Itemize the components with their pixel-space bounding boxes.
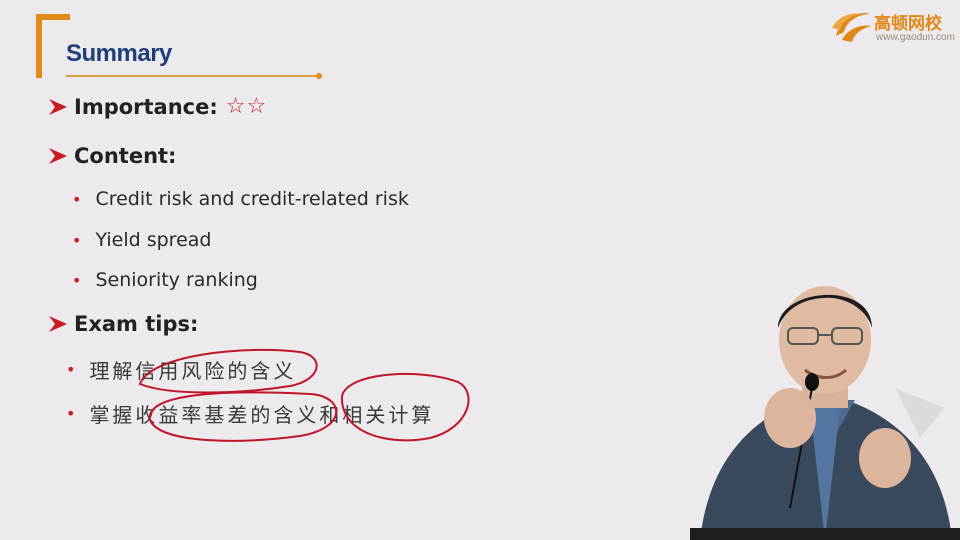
bullet-dot: • <box>66 404 76 423</box>
bullet-dot: • <box>72 230 82 250</box>
arrow-bullet-icon <box>49 98 67 115</box>
arrow-bullet-icon <box>49 316 67 332</box>
importance-label: Importance: <box>74 94 218 119</box>
bullet-dot: • <box>72 270 82 290</box>
title-bracket-decoration <box>36 14 70 78</box>
presenter-video <box>700 286 952 540</box>
logo-url: www.gaodun.com <box>876 32 955 43</box>
list-item: • Seniority ranking <box>72 269 258 291</box>
content-item-text: Credit risk and credit-related risk <box>95 188 409 210</box>
logo-mark-icon <box>832 12 872 42</box>
content-heading-row: Content: <box>48 144 176 168</box>
slide-title: Summary <box>66 40 172 67</box>
exam-tips-label: Exam tips: <box>74 312 199 336</box>
title-underline <box>66 75 320 77</box>
desk-edge <box>690 528 960 540</box>
exam-tip-text: 理解信用风险的含义 <box>89 359 297 383</box>
brand-logo: 高顿网校 www.gaodun.com <box>830 4 958 48</box>
title-underline-dot <box>316 73 322 79</box>
exam-tips-heading-row: Exam tips: <box>48 312 198 336</box>
content-item-text: Yield spread <box>95 229 212 251</box>
list-item: • Credit risk and credit-related risk <box>72 188 409 210</box>
logo-name: 高顿网校 <box>874 14 942 34</box>
list-item: • Yield spread <box>72 229 211 251</box>
list-item: • 掌握收益率基差的含义和相关计算 <box>66 399 434 428</box>
bullet-dot: • <box>66 360 76 379</box>
lecture-slide: Summary 高顿网校 www.gaodun.com Importance: … <box>0 0 960 540</box>
importance-row: Importance: ☆☆ <box>48 94 267 119</box>
list-item: • 理解信用风险的含义 <box>66 355 296 384</box>
bullet-dot: • <box>72 189 82 209</box>
arrow-bullet-icon <box>49 148 67 164</box>
exam-tip-text: 掌握收益率基差的含义和相关计算 <box>89 403 435 427</box>
content-label: Content: <box>74 144 177 168</box>
content-item-text: Seniority ranking <box>95 269 258 291</box>
star-outline-icon: ☆☆ <box>225 94 268 119</box>
